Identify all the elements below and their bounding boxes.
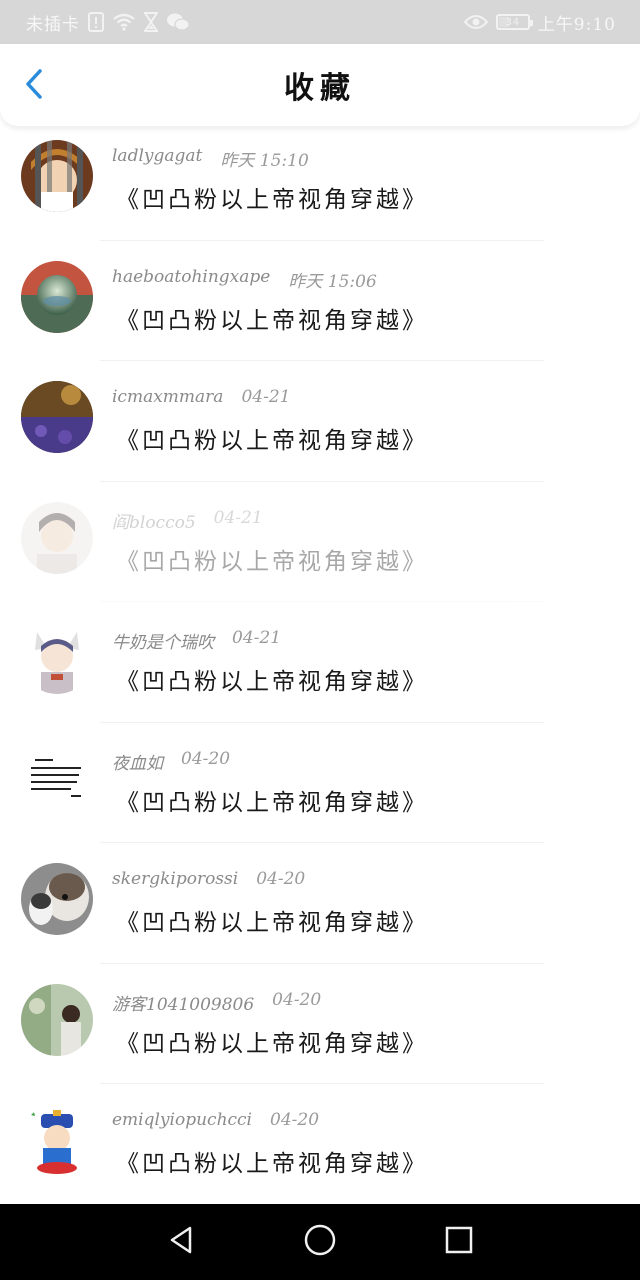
avatar[interactable] xyxy=(21,742,93,815)
favorite-title[interactable]: 《凹凸粉以上帝视角穿越》 xyxy=(116,542,428,576)
item-meta: 游客1041009806 04-20 xyxy=(112,990,321,1015)
circle-home-icon xyxy=(303,1223,337,1261)
favorite-title[interactable]: 《凹凸粉以上帝视角穿越》 xyxy=(116,662,428,696)
item-meta: 阎blocco5 04-21 xyxy=(112,508,263,533)
timestamp: 04-21 xyxy=(241,387,291,407)
favorite-item[interactable]: haeboatohingxape 昨天 15:06 《凹凸粉以上帝视角穿越》 xyxy=(0,241,640,361)
timestamp: 04-20 xyxy=(181,748,231,769)
system-nav-bar xyxy=(0,1204,640,1280)
favorite-title[interactable]: 《凹凸粉以上帝视角穿越》 xyxy=(116,1144,428,1178)
status-bar: 未插卡 34 上午9:10 xyxy=(0,0,640,44)
avatar[interactable] xyxy=(21,983,93,1056)
item-meta: haeboatohingxape 昨天 15:06 xyxy=(112,267,377,292)
favorite-title[interactable]: 《凹凸粉以上帝视角穿越》 xyxy=(116,180,428,214)
favorite-item[interactable]: emiqlyiopuchcci 04-20 《凹凸粉以上帝视角穿越》 xyxy=(0,1084,640,1205)
item-meta: skergkiporossi 04-20 xyxy=(112,869,305,889)
page-title: 收藏 xyxy=(284,71,356,106)
battery-icon: 34 xyxy=(495,14,533,30)
eye-comfort-icon xyxy=(463,14,488,30)
sim-alert-icon xyxy=(88,12,104,32)
username[interactable]: skergkiporossi xyxy=(112,869,238,889)
nav-recents-button[interactable] xyxy=(431,1214,487,1270)
timestamp: 04-20 xyxy=(270,1110,320,1130)
clock: 上午9:10 xyxy=(537,14,616,35)
item-meta: icmaxmmara 04-21 xyxy=(112,387,290,407)
username[interactable]: 牛奶是个瑞吹 xyxy=(112,628,214,653)
app-header: 收藏 xyxy=(0,44,640,126)
username[interactable]: haeboatohingxape xyxy=(112,267,270,292)
timestamp: 04-21 xyxy=(232,628,282,648)
status-left: 未插卡 xyxy=(26,10,190,35)
wechat-icon xyxy=(166,12,190,32)
triangle-back-icon xyxy=(166,1225,196,1259)
avatar[interactable] xyxy=(21,622,93,694)
username[interactable]: icmaxmmara xyxy=(112,387,223,407)
status-right: 34 上午9:10 xyxy=(463,10,616,35)
avatar[interactable] xyxy=(21,260,93,333)
timestamp: 04-20 xyxy=(272,989,322,1010)
item-meta: 牛奶是个瑞吹 04-21 xyxy=(112,628,281,653)
chevron-left-icon xyxy=(23,68,45,104)
avatar[interactable] xyxy=(21,501,93,574)
favorite-title[interactable]: 《凹凸粉以上帝视角穿越》 xyxy=(116,421,428,455)
back-button[interactable] xyxy=(16,68,52,104)
favorite-item[interactable]: 夜血如 04-20 《凹凸粉以上帝视角穿越》 xyxy=(0,723,640,843)
favorites-list: ladlygagat 昨天 15:10 《凹凸粉以上帝视角穿越》 haeboat… xyxy=(0,120,640,1205)
timestamp: 04-21 xyxy=(213,507,263,528)
favorite-title[interactable]: 《凹凸粉以上帝视角穿越》 xyxy=(116,301,428,335)
favorite-title[interactable]: 《凹凸粉以上帝视角穿越》 xyxy=(116,903,428,937)
username[interactable]: 游客1041009806 xyxy=(112,990,254,1015)
avatar[interactable] xyxy=(21,140,93,212)
favorite-title[interactable]: 《凹凸粉以上帝视角穿越》 xyxy=(116,783,428,817)
battery-level: 34 xyxy=(505,16,521,28)
avatar[interactable] xyxy=(21,1104,93,1176)
username[interactable]: 夜血如 xyxy=(112,749,163,774)
nav-home-button[interactable] xyxy=(292,1214,348,1270)
hourglass-icon xyxy=(144,12,158,32)
avatar[interactable] xyxy=(21,863,93,935)
item-meta: ladlygagat 昨天 15:10 xyxy=(112,146,309,171)
wifi-icon xyxy=(112,13,136,31)
avatar[interactable] xyxy=(21,381,93,453)
timestamp: 04-20 xyxy=(256,869,306,889)
favorite-item[interactable]: ladlygagat 昨天 15:10 《凹凸粉以上帝视角穿越》 xyxy=(0,120,640,241)
username[interactable]: 阎blocco5 xyxy=(112,508,196,533)
square-recents-icon xyxy=(444,1225,474,1259)
timestamp: 昨天 15:10 xyxy=(220,151,309,171)
item-meta: emiqlyiopuchcci 04-20 xyxy=(112,1110,319,1130)
favorite-item[interactable]: 游客1041009806 04-20 《凹凸粉以上帝视角穿越》 xyxy=(0,964,640,1084)
favorite-item[interactable]: icmaxmmara 04-21 《凹凸粉以上帝视角穿越》 xyxy=(0,361,640,482)
favorite-item[interactable]: skergkiporossi 04-20 《凹凸粉以上帝视角穿越》 xyxy=(0,843,640,964)
nav-back-button[interactable] xyxy=(153,1214,209,1270)
username[interactable]: emiqlyiopuchcci xyxy=(112,1110,252,1130)
item-meta: 夜血如 04-20 xyxy=(112,749,230,774)
username[interactable]: ladlygagat xyxy=(112,146,202,171)
carrier-text: 未插卡 xyxy=(26,14,80,35)
timestamp: 昨天 15:06 xyxy=(288,271,377,292)
favorite-item[interactable]: 牛奶是个瑞吹 04-21 《凹凸粉以上帝视角穿越》 xyxy=(0,602,640,723)
favorite-item[interactable]: 阎blocco5 04-21 《凹凸粉以上帝视角穿越》 xyxy=(0,482,640,602)
favorite-title[interactable]: 《凹凸粉以上帝视角穿越》 xyxy=(116,1024,428,1058)
